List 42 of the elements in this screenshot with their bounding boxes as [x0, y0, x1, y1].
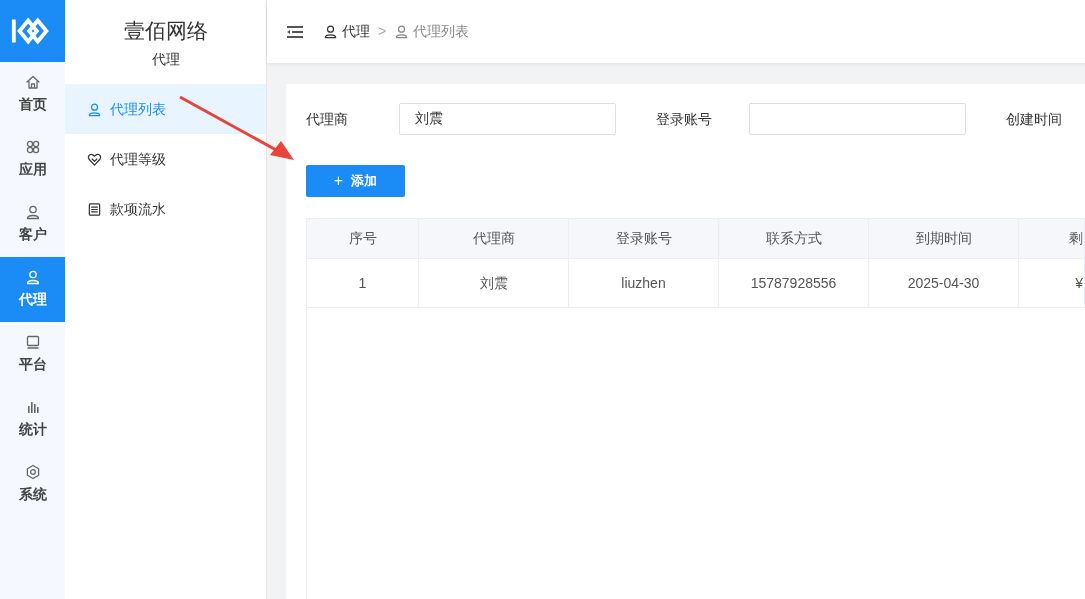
filter-label: 代理商 [306, 109, 349, 129]
table-cell: ¥ [1019, 259, 1085, 308]
user-icon [24, 204, 41, 220]
breadcrumb-link[interactable]: 代理列表 [394, 21, 470, 42]
column-header: 序号 [307, 219, 419, 259]
nav-item[interactable]: 客户 [0, 192, 65, 257]
nav-item[interactable]: 首页 [0, 62, 65, 127]
table-cell: 2025-04-30 [869, 259, 1019, 308]
nav-item[interactable]: 应用 [0, 127, 65, 192]
brand-title: 壹佰网络 [123, 20, 208, 41]
section-title: 代理 [150, 50, 181, 69]
column-header: 到期时间 [869, 219, 1019, 259]
filter-label: 登录账号 [656, 109, 713, 129]
filter-input[interactable] [749, 103, 966, 135]
table-cell: liuzhen [569, 259, 719, 308]
heart-icon [87, 151, 102, 167]
filter-input[interactable]: 刘震 [399, 103, 616, 135]
breadcrumb-link[interactable]: 代理 [323, 21, 370, 42]
menu-icon[interactable] [287, 24, 303, 39]
submenu-item[interactable]: 款项流水 [65, 184, 266, 234]
table-cell: 刘震 [419, 259, 569, 308]
home-icon [24, 74, 41, 90]
column-header: 联系方式 [719, 219, 869, 259]
user-icon [87, 101, 102, 117]
submenu-item[interactable]: 代理等级 [65, 134, 266, 184]
apps-icon [24, 139, 41, 155]
monitor-icon [24, 334, 41, 350]
user-icon [394, 24, 410, 39]
user-icon [24, 269, 41, 285]
table-cell: 1 [307, 259, 419, 308]
column-header: 剩 [1019, 219, 1085, 259]
nav-item[interactable]: 系统 [0, 452, 65, 517]
filter-label: 创建时间 [1006, 109, 1063, 129]
settings-icon [24, 464, 41, 480]
nav-item[interactable]: 平台 [0, 322, 65, 387]
user-icon [323, 24, 338, 39]
breadcrumb-separator: > [378, 22, 387, 41]
table-cell: 15787928556 [719, 259, 869, 308]
column-header: 登录账号 [569, 219, 719, 259]
list-icon [87, 201, 102, 217]
column-header: 代理商 [419, 219, 569, 259]
nav-item[interactable]: 统计 [0, 387, 65, 452]
